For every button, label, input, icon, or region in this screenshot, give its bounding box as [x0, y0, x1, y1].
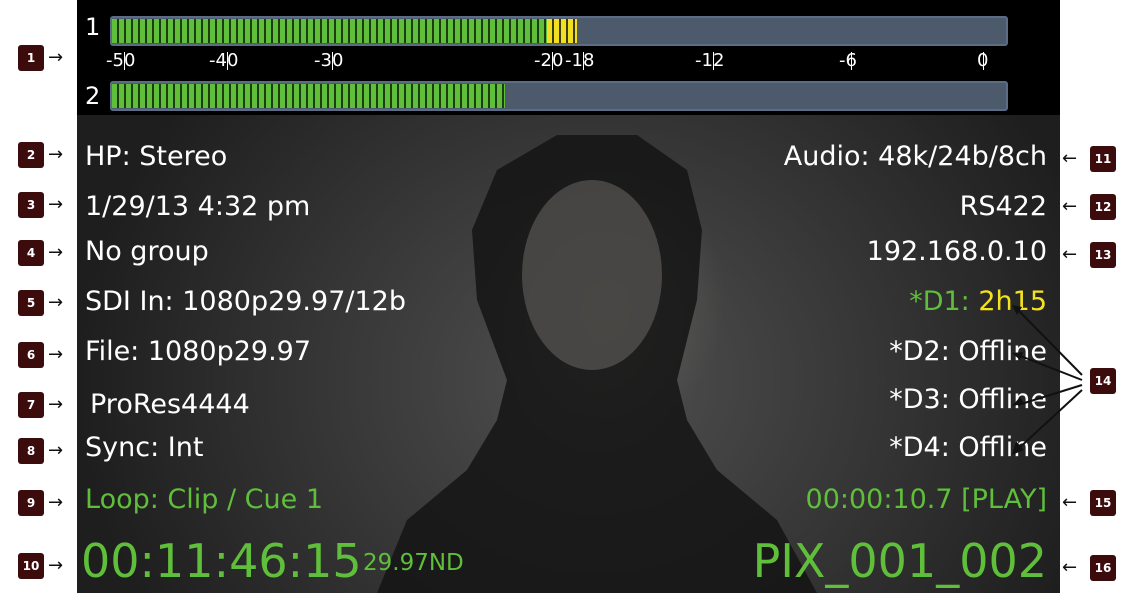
channel-2-meter: [110, 81, 1008, 111]
callout-2: 2: [18, 142, 44, 168]
callout-arrow-icon: →: [48, 144, 64, 165]
callout-arrow-icon: ←: [1062, 244, 1078, 265]
callout-arrow-icon: ←: [1062, 148, 1078, 169]
callout-arrow-icon: →: [48, 492, 64, 513]
callout-6: 6: [18, 342, 44, 368]
callout-arrow-icon: →: [48, 555, 64, 576]
callout-14: 14: [1090, 368, 1116, 394]
callout-5: 5: [18, 290, 44, 316]
callout-arrow-icon: →: [48, 440, 64, 461]
ip-address: 192.168.0.10: [866, 236, 1047, 267]
callout-13: 13: [1090, 242, 1116, 268]
group-status: No group: [85, 236, 209, 267]
callout-arrow-icon: →: [48, 394, 64, 415]
meter-tick-label: 0: [977, 50, 989, 71]
drive-1-status: *D1: 2h15: [909, 287, 1047, 317]
meter-tick-label: -12: [695, 50, 725, 71]
callout-3: 3: [18, 192, 44, 218]
meter-tick-label: -20: [534, 50, 564, 71]
meter-tick-label: -6: [839, 50, 857, 71]
sdi-input-format: SDI In: 1080p29.97/12b: [85, 286, 406, 317]
callout-arrow-icon: ←: [1062, 196, 1078, 217]
callout-arrow-icon: →: [48, 47, 64, 68]
headphone-mode: HP: Stereo: [85, 141, 228, 172]
callout-10: 10: [18, 553, 44, 579]
timecode: 00:11:46:15: [81, 534, 362, 588]
monitor-screen: 1 -50 -40 -30 -20 -18 -12 -6 0 2 HP: Stereo 1/2…: [77, 0, 1060, 593]
frame-rate: 29.97ND: [363, 550, 464, 576]
callout-11: 11: [1090, 146, 1116, 172]
drive-3-status: *D3: Offline: [889, 384, 1047, 415]
peak-indicator: [547, 19, 577, 43]
callout-arrow-icon: →: [48, 344, 64, 365]
callout-arrow-icon: →: [48, 242, 64, 263]
date-time: 1/29/13 4:32 pm: [85, 191, 311, 222]
loop-mode: Loop: Clip / Cue 1: [85, 484, 324, 515]
callout-arrow-icon: →: [48, 292, 64, 313]
callout-8: 8: [18, 438, 44, 464]
channel-2-level: [112, 84, 505, 108]
channel-1-level: [112, 19, 577, 43]
callout-9: 9: [18, 490, 44, 516]
codec: ProRes4444: [90, 389, 250, 420]
drive-1-remaining: 2h15: [978, 286, 1047, 317]
callout-4: 4: [18, 240, 44, 266]
audio-format: Audio: 48k/24b/8ch: [783, 141, 1047, 172]
channel-1-meter: [110, 16, 1008, 46]
drive-1-label: *D1:: [909, 286, 979, 317]
file-format: File: 1080p29.97: [85, 336, 312, 367]
remote-control: RS422: [959, 191, 1047, 222]
channel-1-label: 1: [85, 13, 101, 41]
callout-15: 15: [1090, 490, 1116, 516]
drive-4-status: *D4: Offline: [889, 432, 1047, 463]
sync-source: Sync: Int: [85, 432, 204, 463]
callout-1: 1: [18, 45, 44, 71]
drive-2-status: *D2: Offline: [889, 336, 1047, 367]
callout-arrow-icon: ←: [1062, 492, 1078, 513]
clip-position: 00:00:10.7 [PLAY]: [805, 484, 1047, 515]
callout-arrow-icon: →: [48, 194, 64, 215]
meter-tick-label: -30: [314, 50, 344, 71]
callout-arrow-icon: ←: [1062, 557, 1078, 578]
meter-tick-label: -40: [209, 50, 239, 71]
audio-meter-panel: 1 -50 -40 -30 -20 -18 -12 -6 0 2: [77, 0, 1060, 115]
callout-16: 16: [1090, 555, 1116, 581]
callout-7: 7: [18, 392, 44, 418]
meter-tick-label: -18: [565, 50, 595, 71]
channel-2-label: 2: [85, 82, 101, 110]
callout-12: 12: [1090, 194, 1116, 220]
meter-tick-label: -50: [106, 50, 136, 71]
clip-name: PIX_001_002: [752, 534, 1047, 588]
